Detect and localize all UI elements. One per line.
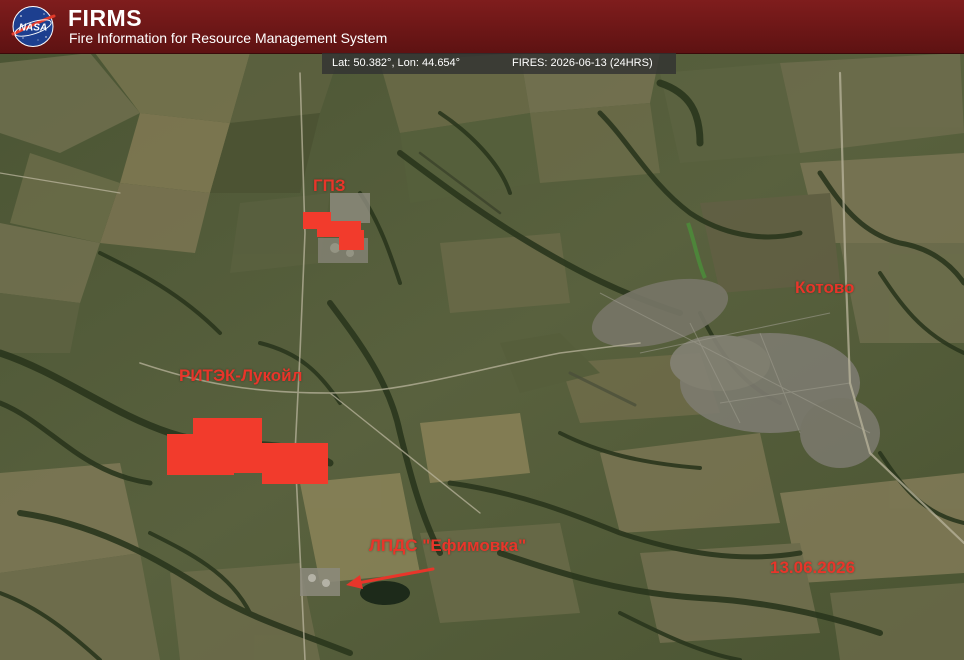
firms-app: NASA FIRMS Fire Information for Resource… <box>0 0 964 660</box>
label-ritek-lukoil: РИТЭК-Лукойл <box>179 366 303 385</box>
map-area[interactable]: ГПЗ РИТЭК-Лукойл Котово ЛПДС "Ефимовка" … <box>0 53 964 660</box>
cursor-coordinates: Lat: 50.382°, Lon: 44.654° <box>332 57 461 69</box>
label-gpz: ГПЗ <box>313 176 346 195</box>
label-kotovo: Котово <box>795 278 855 297</box>
map-status-bar: Lat: 50.382°, Lon: 44.654° FIRES: 2026-0… <box>322 53 676 74</box>
fire-detection-marker[interactable] <box>167 434 234 475</box>
nasa-logo-text: NASA <box>19 23 47 34</box>
nasa-logo-icon[interactable]: NASA <box>8 4 58 49</box>
label-lpds-efimovka: ЛПДС "Ефимовка" <box>369 536 527 555</box>
app-subtitle: Fire Information for Resource Management… <box>69 30 388 46</box>
label-date: 13.06.2026 <box>770 558 856 577</box>
arrow-icon <box>346 567 435 589</box>
fire-detection-marker[interactable] <box>262 443 328 484</box>
fire-detection-marker[interactable] <box>339 230 364 250</box>
app-title: FIRMS <box>68 5 143 31</box>
app-header: NASA FIRMS Fire Information for Resource… <box>0 0 964 54</box>
fires-date-range[interactable]: FIRES: 2026-06-13 (24HRS) <box>512 57 653 69</box>
